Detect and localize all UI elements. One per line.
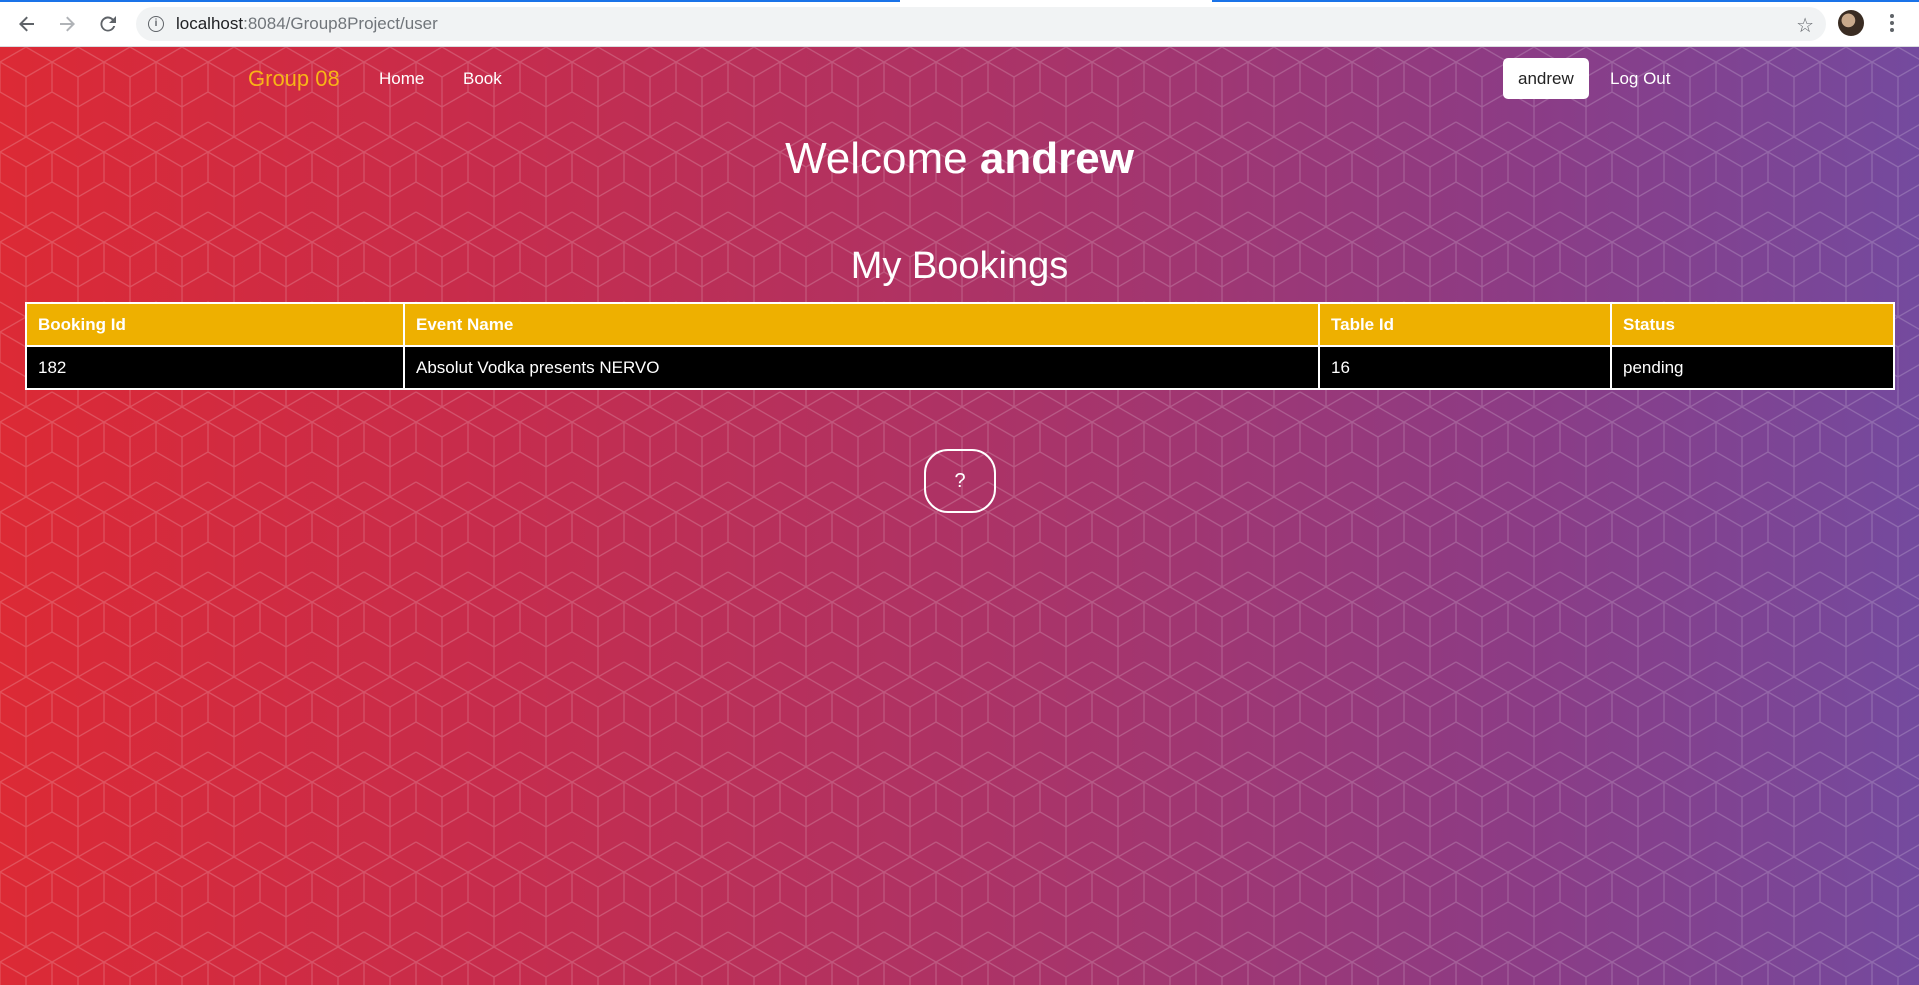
url-path: :8084/Group8Project/user xyxy=(243,14,438,33)
url-text[interactable]: localhost:8084/Group8Project/user xyxy=(176,14,438,34)
address-bar[interactable]: i localhost:8084/Group8Project/user ☆ xyxy=(136,7,1826,41)
cell-status: pending xyxy=(1610,345,1895,390)
bookings-title: My Bookings xyxy=(850,245,1069,287)
reload-icon[interactable] xyxy=(94,10,122,38)
cell-booking-id: 182 xyxy=(25,345,405,390)
menu-icon[interactable] xyxy=(1884,10,1900,36)
loading-bar xyxy=(0,0,900,2)
welcome-heading: Welcome andrew xyxy=(0,134,1919,184)
nav-link-home[interactable]: Home xyxy=(379,69,424,89)
cell-event-name: Absolut Vodka presents NERVO xyxy=(403,345,1320,390)
header-event-name: Event Name xyxy=(403,302,1320,347)
hexagon-pattern-background xyxy=(0,47,1919,985)
bookings-table: Booking Id Event Name Table Id Status 18… xyxy=(25,302,1895,390)
welcome-username: andrew xyxy=(979,134,1134,183)
loading-bar-segment xyxy=(1212,0,1919,2)
welcome-prefix: Welcome xyxy=(785,134,980,183)
back-icon[interactable] xyxy=(13,10,41,38)
logout-link[interactable]: Log Out xyxy=(1610,69,1671,89)
forward-icon[interactable] xyxy=(53,10,81,38)
avatar[interactable] xyxy=(1838,10,1864,36)
header-booking-id: Booking Id xyxy=(25,302,405,347)
header-table-id: Table Id xyxy=(1318,302,1612,347)
browser-toolbar: i localhost:8084/Group8Project/user ☆ xyxy=(0,0,1919,47)
cell-table-id: 16 xyxy=(1318,345,1612,390)
table-row: 182 Absolut Vodka presents NERVO 16 pend… xyxy=(25,345,1895,390)
help-button[interactable]: ? xyxy=(924,449,996,513)
url-host: localhost xyxy=(176,14,244,33)
top-navbar: Group 08 Home Book andrew Log Out xyxy=(0,47,1919,111)
star-icon[interactable]: ☆ xyxy=(1796,13,1814,38)
page-body: Group 08 Home Book andrew Log Out Welcom… xyxy=(0,47,1919,985)
table-header-row: Booking Id Event Name Table Id Status xyxy=(25,302,1895,347)
nav-link-book[interactable]: Book xyxy=(463,69,502,89)
user-button[interactable]: andrew xyxy=(1503,58,1589,99)
info-icon[interactable]: i xyxy=(148,16,164,32)
brand-link[interactable]: Group 08 xyxy=(248,66,340,92)
header-status: Status xyxy=(1610,302,1895,347)
